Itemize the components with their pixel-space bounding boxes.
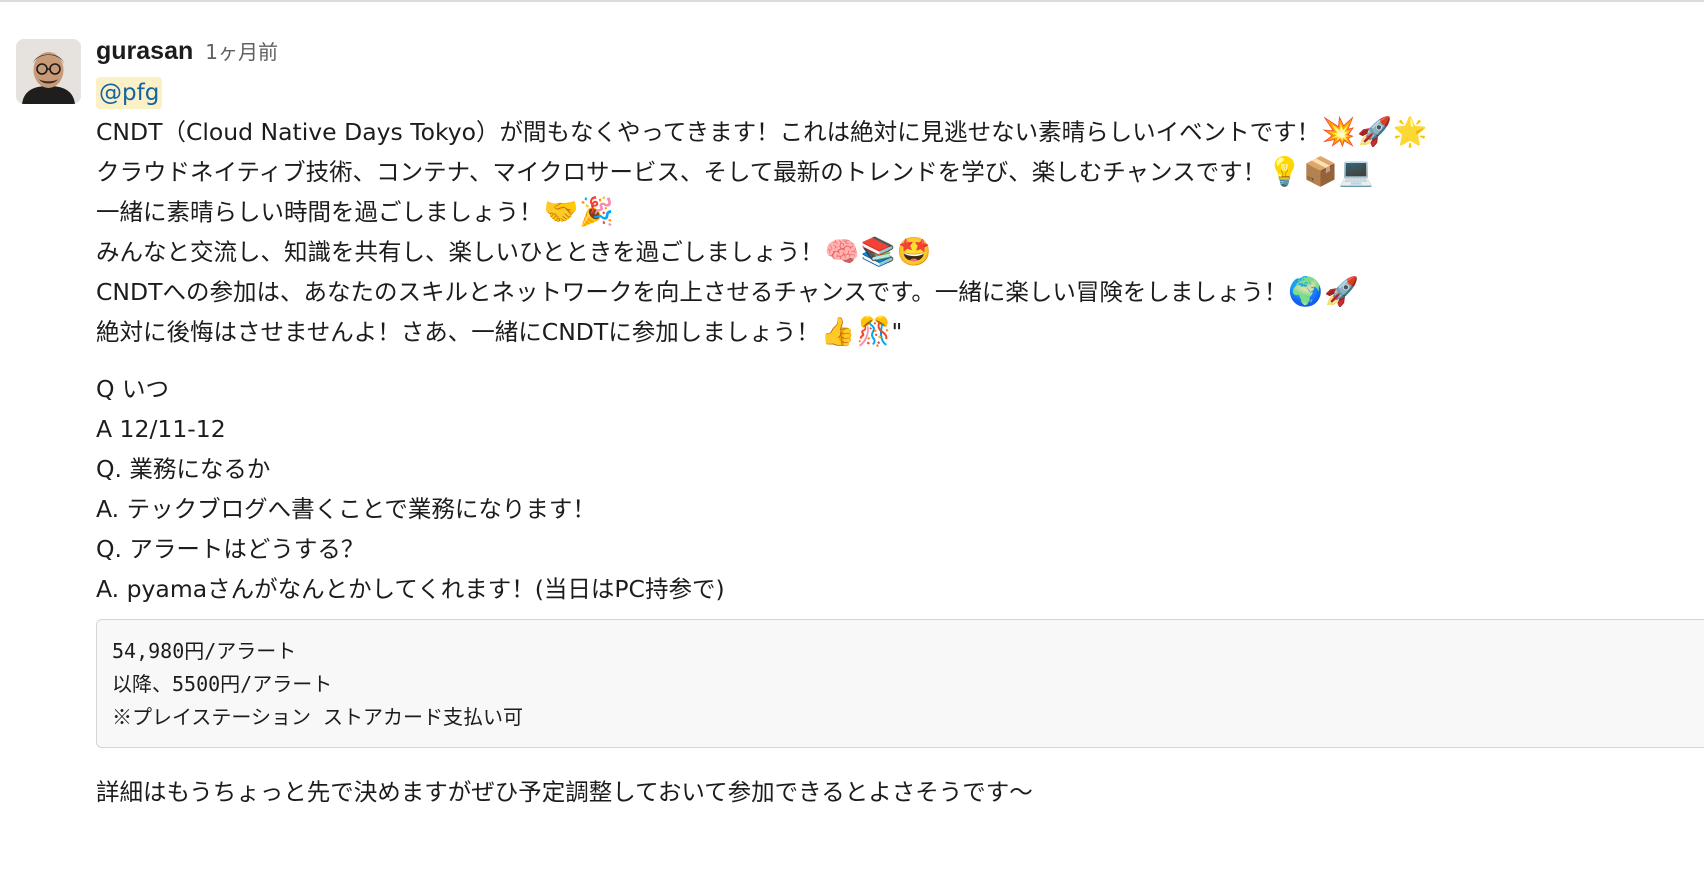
rocket-icon: 🚀 bbox=[1324, 275, 1360, 308]
confetti-ball-icon: 🎊 bbox=[856, 315, 892, 348]
body-line-text: 一緒に素晴らしい時間を過ごしましょう！ bbox=[96, 198, 543, 226]
trailing-quote: " bbox=[891, 318, 903, 346]
qa-line: Q いつ bbox=[96, 375, 169, 403]
message-header: gurasan 1ヶ月前 bbox=[96, 36, 278, 70]
globe-icon: 🌍 bbox=[1288, 275, 1324, 308]
light-bulb-icon: 💡 bbox=[1267, 155, 1302, 188]
brain-icon: 🧠 bbox=[824, 235, 860, 268]
code-line: 54,980円/アラート bbox=[112, 639, 297, 663]
star-struck-icon: 🤩 bbox=[896, 235, 932, 268]
footer-text: 詳細はもうちょっと先で決めますがぜひ予定調整しておいて参加できるとよさそうです〜 bbox=[96, 778, 1033, 806]
qa-section: Q いつ A 12/11-12 Q. 業務になるか A. テックブログへ書くことで業務… bbox=[96, 369, 1696, 609]
body-line-text: みんなと交流し、知識を共有し、楽しいひとときを過ごしましょう！ bbox=[96, 238, 824, 266]
code-line: 以降、5500円/アラート bbox=[112, 672, 333, 696]
package-icon: 📦 bbox=[1302, 155, 1338, 188]
avatar-image bbox=[16, 39, 81, 104]
collision-icon: 💥 bbox=[1321, 115, 1356, 148]
message: gurasan 1ヶ月前 @pfg CNDT（Cloud Native Days… bbox=[0, 0, 1704, 886]
laptop-icon: 💻 bbox=[1338, 155, 1374, 188]
code-block: 54,980円/アラート以降、5500円/アラート ※プレイステーション ストアカ… bbox=[96, 619, 1704, 748]
message-body: CNDT（Cloud Native Days Tokyo）が間もなくやってきます… bbox=[96, 112, 1696, 352]
body-line: 一緒に素晴らしい時間を過ごしましょう！🤝🎉 bbox=[96, 192, 1696, 232]
handshake-icon: 🤝 bbox=[543, 195, 579, 228]
code-line: ※プレイステーション ストアカード支払い可 bbox=[112, 705, 524, 729]
timestamp[interactable]: 1ヶ月前 bbox=[205, 36, 278, 65]
qa-line: A. pyamaさんがなんとかしてくれます！(当日はPC持参で) bbox=[96, 575, 725, 603]
body-line-text: 絶対に後悔はさせませんよ！さあ、一緒にCNDTに参加しましょう！ bbox=[96, 318, 820, 346]
body-line-text: クラウドネイティブ技術、コンテナ、マイクロサービス、そして最新のトレンドを学び、… bbox=[96, 158, 1267, 186]
qa-line: Q. アラートはどうする？ bbox=[96, 535, 365, 563]
books-icon: 📚 bbox=[860, 235, 896, 268]
qa-line: Q. 業務になるか bbox=[96, 455, 271, 483]
qa-line: A 12/11-12 bbox=[96, 415, 226, 443]
thumbs-up-icon: 👍 bbox=[820, 315, 856, 348]
body-line: 絶対に後悔はさせませんよ！さあ、一緒にCNDTに参加しましょう！👍🎊" bbox=[96, 312, 1696, 352]
user-mention[interactable]: @pfg bbox=[96, 77, 163, 109]
rocket-icon: 🚀 bbox=[1357, 115, 1392, 148]
party-popper-icon: 🎉 bbox=[579, 195, 615, 228]
body-line: CNDTへの参加は、あなたのスキルとネットワークを向上させるチャンスです。一緒に… bbox=[96, 272, 1696, 312]
avatar[interactable] bbox=[16, 39, 81, 104]
body-line-text: CNDT（Cloud Native Days Tokyo）が間もなくやってきます… bbox=[96, 118, 1321, 146]
body-line: みんなと交流し、知識を共有し、楽しいひとときを過ごしましょう！🧠📚🤩 bbox=[96, 232, 1696, 272]
qa-line: A. テックブログへ書くことで業務になります！ bbox=[96, 495, 596, 523]
body-line: クラウドネイティブ技術、コンテナ、マイクロサービス、そして最新のトレンドを学び、… bbox=[96, 152, 1696, 192]
body-line-text: CNDTへの参加は、あなたのスキルとネットワークを向上させるチャンスです。一緒に… bbox=[96, 278, 1288, 306]
sender-name[interactable]: gurasan bbox=[96, 37, 193, 66]
glowing-star-icon: 🌟 bbox=[1392, 115, 1428, 148]
body-line: CNDT（Cloud Native Days Tokyo）が間もなくやってきます… bbox=[96, 112, 1696, 152]
